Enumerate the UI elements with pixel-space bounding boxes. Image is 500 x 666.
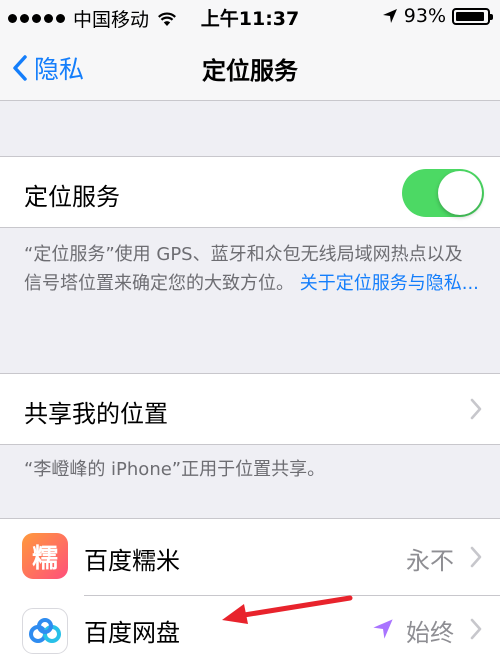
location-arrow-icon [372,618,394,640]
baidu-netdisk-icon [22,608,68,654]
location-services-label: 定位服务 [24,183,120,211]
app-name: 百度糯米 [84,547,180,575]
app-permission: 永不 [406,547,454,575]
privacy-link[interactable]: 关于定位服务与隐私... [300,273,479,294]
share-my-location-row[interactable]: 共享我的位置 [0,373,500,445]
toggle-knob [438,171,482,215]
chevron-right-icon [470,546,482,572]
status-bar: 中国移动 上午11:37 93% [0,0,500,34]
chevron-right-icon [470,398,482,424]
chevron-right-icon [470,618,482,644]
battery-icon [452,7,493,25]
app-row-baidu-netdisk[interactable]: 百度网盘 始终 [0,596,500,666]
share-my-location-label: 共享我的位置 [24,400,168,428]
page-title: 定位服务 [202,57,298,85]
status-right: 93% [382,5,493,27]
app-list: 糯 百度糯米 永不 百度网盘 始终 [0,518,500,666]
location-arrow-icon [382,8,398,24]
app-name: 百度网盘 [84,619,180,647]
baidu-nuomi-icon: 糯 [22,533,68,579]
app-permission: 始终 [406,619,454,647]
share-location-footer: “李嶝峰的 iPhone”正用于位置共享。 [24,459,326,480]
battery-percent: 93% [403,5,446,27]
location-services-description: “定位服务”使用 GPS、蓝牙和众包无线局域网热点以及信号塔位置来确定您的大致方… [24,240,479,298]
navigation-bar: 隐私 定位服务 [0,34,500,101]
location-services-row: 定位服务 [0,156,500,228]
battery-fill [456,11,484,21]
app-icon-text: 糯 [31,543,58,574]
location-services-toggle[interactable] [402,169,484,217]
app-row-baidu-nuomi[interactable]: 糯 百度糯米 永不 [0,519,500,595]
